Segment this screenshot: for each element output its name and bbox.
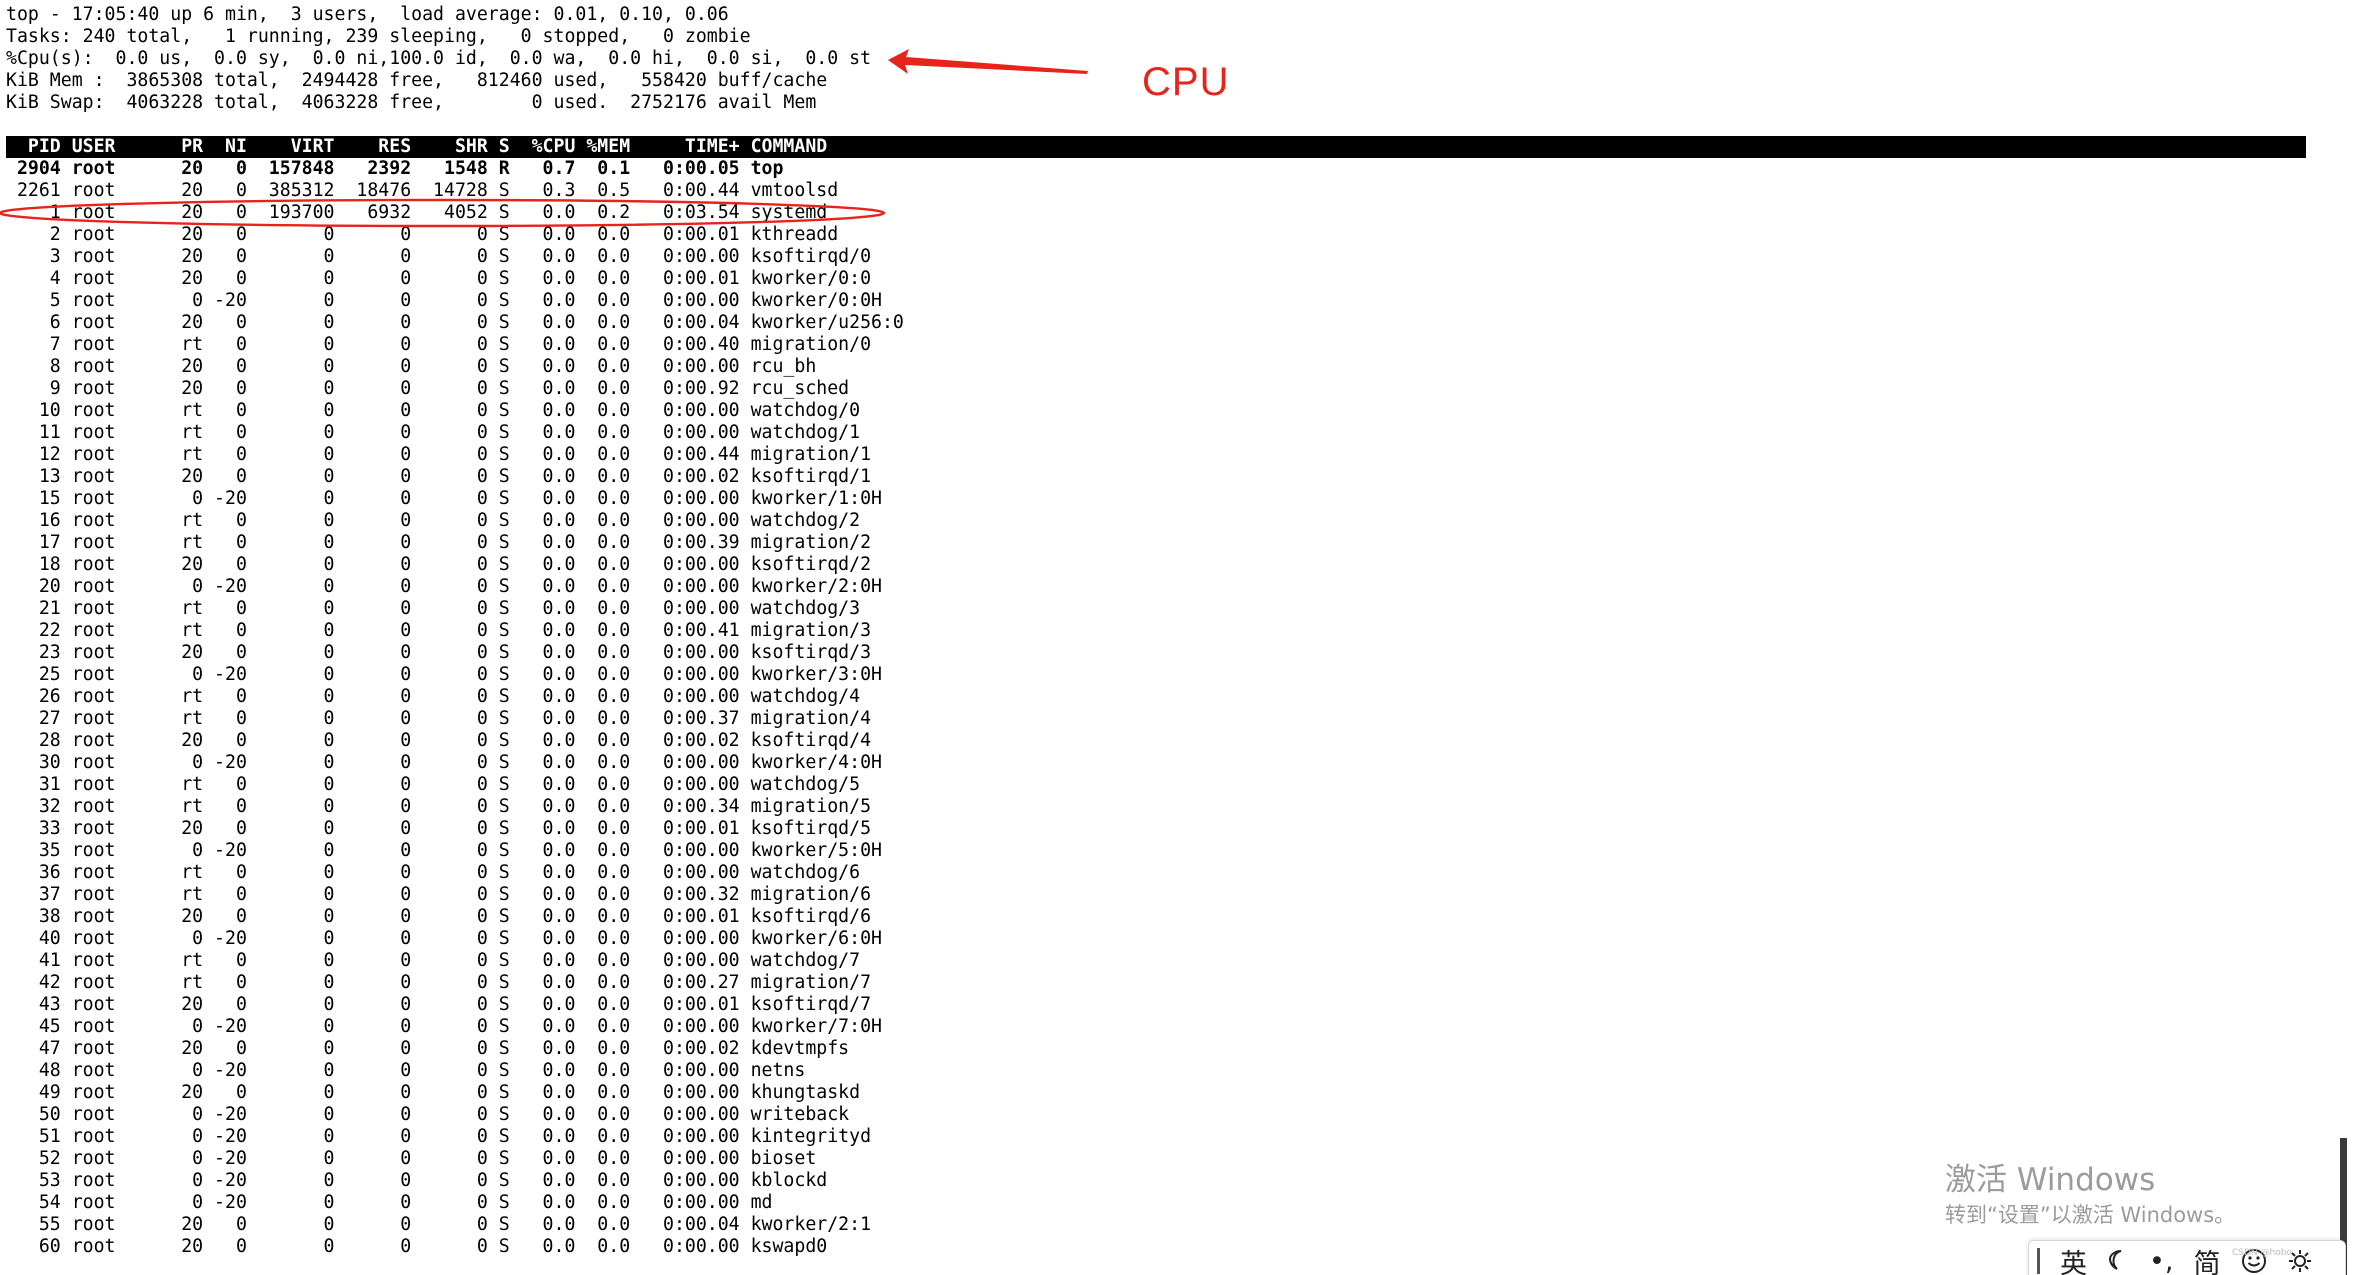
- ime-punctuation-toggle[interactable]: •,: [2149, 1246, 2174, 1275]
- process-row: 33 root 20 0 0 0 0 S 0.0 0.0 0:00.01 kso…: [6, 818, 872, 839]
- process-row: 13 root 20 0 0 0 0 S 0.0 0.0 0:00.02 kso…: [6, 466, 872, 487]
- process-row: 55 root 20 0 0 0 0 S 0.0 0.0 0:00.04 kwo…: [6, 1214, 872, 1235]
- ime-language-toggle[interactable]: 英: [2060, 1242, 2087, 1275]
- process-row: 25 root 0 -20 0 0 0 S 0.0 0.0 0:00.00 kw…: [6, 664, 882, 685]
- process-row: 45 root 0 -20 0 0 0 S 0.0 0.0 0:00.00 kw…: [6, 1016, 882, 1037]
- process-row: 21 root rt 0 0 0 0 S 0.0 0.0 0:00.00 wat…: [6, 598, 861, 619]
- process-row: 42 root rt 0 0 0 0 S 0.0 0.0 0:00.27 mig…: [6, 972, 872, 993]
- process-row: 8 root 20 0 0 0 0 S 0.0 0.0 0:00.00 rcu_…: [6, 356, 817, 377]
- process-row: 36 root rt 0 0 0 0 S 0.0 0.0 0:00.00 wat…: [6, 862, 861, 883]
- terminal-window: top - 17:05:40 up 6 min, 3 users, load a…: [6, 0, 2306, 1275]
- process-row: 49 root 20 0 0 0 0 S 0.0 0.0 0:00.00 khu…: [6, 1082, 861, 1103]
- process-table-header: PID USER PR NI VIRT RES SHR S %CPU %MEM …: [6, 136, 2306, 158]
- process-row: 23 root 20 0 0 0 0 S 0.0 0.0 0:00.00 kso…: [6, 642, 872, 663]
- summary-cpu-line: %Cpu(s): 0.0 us, 0.0 sy, 0.0 ni,100.0 id…: [6, 48, 872, 69]
- cpu-annotation-label: CPU: [1142, 60, 1230, 104]
- process-row: 16 root rt 0 0 0 0 S 0.0 0.0 0:00.00 wat…: [6, 510, 861, 531]
- process-row: 2904 root 20 0 157848 2392 1548 R 0.7 0.…: [6, 158, 784, 179]
- process-row: 5 root 0 -20 0 0 0 S 0.0 0.0 0:00.00 kwo…: [6, 290, 882, 311]
- process-row: 18 root 20 0 0 0 0 S 0.0 0.0 0:00.00 kso…: [6, 554, 872, 575]
- process-row: 27 root rt 0 0 0 0 S 0.0 0.0 0:00.37 mig…: [6, 708, 872, 729]
- process-row: 54 root 0 -20 0 0 0 S 0.0 0.0 0:00.00 md: [6, 1192, 773, 1213]
- process-table: 2904 root 20 0 157848 2392 1548 R 0.7 0.…: [6, 158, 904, 1258]
- ime-simplified-toggle[interactable]: 简: [2194, 1242, 2221, 1275]
- process-row: 60 root 20 0 0 0 0 S 0.0 0.0 0:00.00 ksw…: [6, 1236, 828, 1257]
- process-row: 41 root rt 0 0 0 0 S 0.0 0.0 0:00.00 wat…: [6, 950, 861, 971]
- crescent-moon-icon[interactable]: [2107, 1249, 2129, 1273]
- process-row: 3 root 20 0 0 0 0 S 0.0 0.0 0:00.00 ksof…: [6, 246, 872, 267]
- process-row: 1 root 20 0 193700 6932 4052 S 0.0 0.2 0…: [6, 202, 828, 223]
- process-row: 40 root 0 -20 0 0 0 S 0.0 0.0 0:00.00 kw…: [6, 928, 882, 949]
- process-row: 30 root 0 -20 0 0 0 S 0.0 0.0 0:00.00 kw…: [6, 752, 882, 773]
- process-row: 7 root rt 0 0 0 0 S 0.0 0.0 0:00.40 migr…: [6, 334, 872, 355]
- process-row: 4 root 20 0 0 0 0 S 0.0 0.0 0:00.01 kwor…: [6, 268, 872, 289]
- process-row: 12 root rt 0 0 0 0 S 0.0 0.0 0:00.44 mig…: [6, 444, 872, 465]
- process-row: 9 root 20 0 0 0 0 S 0.0 0.0 0:00.92 rcu_…: [6, 378, 850, 399]
- process-row: 47 root 20 0 0 0 0 S 0.0 0.0 0:00.02 kde…: [6, 1038, 850, 1059]
- scrollbar-track[interactable]: [2340, 0, 2355, 1275]
- process-row: 48 root 0 -20 0 0 0 S 0.0 0.0 0:00.00 ne…: [6, 1060, 806, 1081]
- summary-swap-line: KiB Swap: 4063228 total, 4063228 free, 0…: [6, 92, 817, 113]
- process-row: 50 root 0 -20 0 0 0 S 0.0 0.0 0:00.00 wr…: [6, 1104, 850, 1125]
- process-row: 35 root 0 -20 0 0 0 S 0.0 0.0 0:00.00 kw…: [6, 840, 882, 861]
- ime-drag-handle[interactable]: [2037, 1248, 2040, 1274]
- process-row: 22 root rt 0 0 0 0 S 0.0 0.0 0:00.41 mig…: [6, 620, 872, 641]
- process-row: 11 root rt 0 0 0 0 S 0.0 0.0 0:00.00 wat…: [6, 422, 861, 443]
- process-row: 53 root 0 -20 0 0 0 S 0.0 0.0 0:00.00 kb…: [6, 1170, 828, 1191]
- summary-uptime-line: top - 17:05:40 up 6 min, 3 users, load a…: [6, 4, 729, 25]
- watermark-title: 激活 Windows: [1945, 1162, 2156, 1198]
- summary-tasks-line: Tasks: 240 total, 1 running, 239 sleepin…: [6, 26, 751, 47]
- windows-activation-watermark: 激活 Windows 转到“设置”以激活 Windows。: [1945, 1160, 2235, 1230]
- process-row: 32 root rt 0 0 0 0 S 0.0 0.0 0:00.34 mig…: [6, 796, 872, 817]
- process-row: 6 root 20 0 0 0 0 S 0.0 0.0 0:00.04 kwor…: [6, 312, 904, 333]
- process-row: 31 root rt 0 0 0 0 S 0.0 0.0 0:00.00 wat…: [6, 774, 861, 795]
- process-row: 38 root 20 0 0 0 0 S 0.0 0.0 0:00.01 kso…: [6, 906, 872, 927]
- summary-mem-line: KiB Mem : 3865308 total, 2494428 free, 8…: [6, 70, 828, 91]
- process-row: 2 root 20 0 0 0 0 S 0.0 0.0 0:00.01 kthr…: [6, 224, 839, 245]
- watermark-subtitle: 转到“设置”以激活 Windows。: [1945, 1203, 2236, 1227]
- csdn-watermark-text: CSDN @hobo: [2232, 1248, 2292, 1258]
- process-row: 2261 root 20 0 385312 18476 14728 S 0.3 …: [6, 180, 839, 201]
- process-row: 26 root rt 0 0 0 0 S 0.0 0.0 0:00.00 wat…: [6, 686, 861, 707]
- process-row: 28 root 20 0 0 0 0 S 0.0 0.0 0:00.02 kso…: [6, 730, 872, 751]
- process-row: 15 root 0 -20 0 0 0 S 0.0 0.0 0:00.00 kw…: [6, 488, 882, 509]
- process-row: 51 root 0 -20 0 0 0 S 0.0 0.0 0:00.00 ki…: [6, 1126, 872, 1147]
- top-summary: top - 17:05:40 up 6 min, 3 users, load a…: [6, 4, 871, 114]
- process-row: 37 root rt 0 0 0 0 S 0.0 0.0 0:00.32 mig…: [6, 884, 872, 905]
- process-row: 17 root rt 0 0 0 0 S 0.0 0.0 0:00.39 mig…: [6, 532, 872, 553]
- process-row: 20 root 0 -20 0 0 0 S 0.0 0.0 0:00.00 kw…: [6, 576, 882, 597]
- process-row: 43 root 20 0 0 0 0 S 0.0 0.0 0:00.01 kso…: [6, 994, 872, 1015]
- process-row: 52 root 0 -20 0 0 0 S 0.0 0.0 0:00.00 bi…: [6, 1148, 817, 1169]
- process-row: 10 root rt 0 0 0 0 S 0.0 0.0 0:00.00 wat…: [6, 400, 861, 421]
- ime-toolbar: 英 •, 简: [2028, 1240, 2346, 1275]
